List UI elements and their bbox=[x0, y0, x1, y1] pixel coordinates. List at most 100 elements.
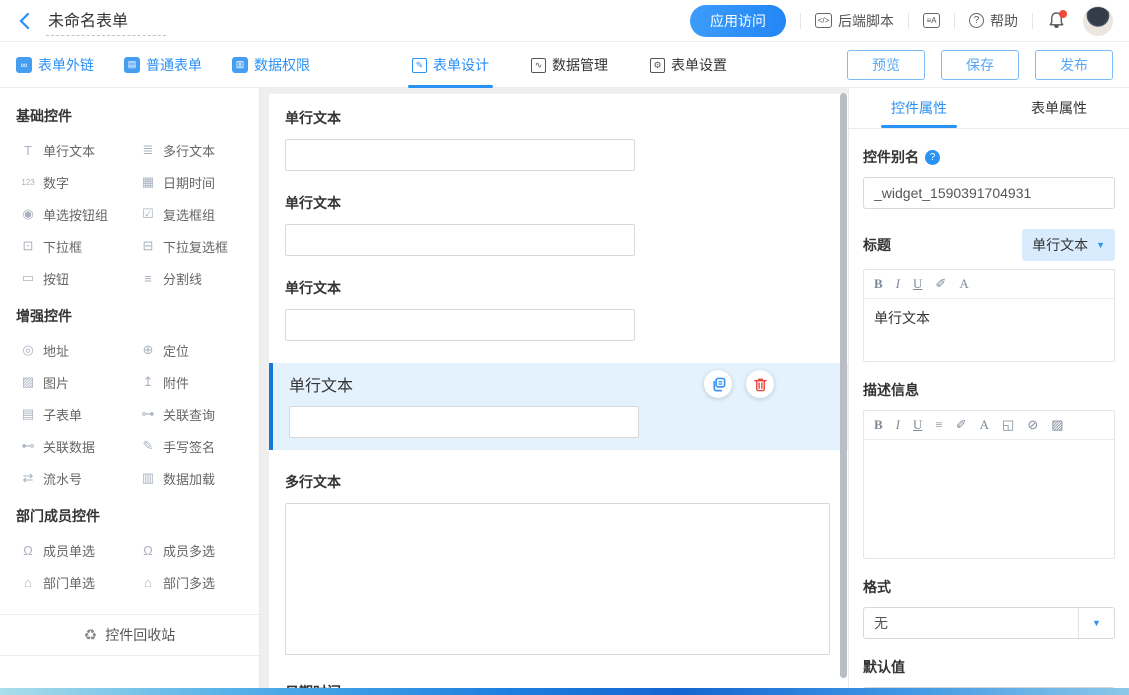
design-doc-icon: ✎ bbox=[412, 58, 427, 73]
help-icon: ? bbox=[969, 13, 984, 28]
control-item-signature[interactable]: ✎手写签名 bbox=[140, 430, 252, 462]
insert-image-icon[interactable]: ▨ bbox=[1051, 417, 1063, 433]
description-editor-content[interactable] bbox=[864, 440, 1114, 558]
canvas-field-text-1[interactable]: 单行文本 bbox=[285, 108, 832, 171]
data-permission-tab[interactable]: ▥ 数据权限 bbox=[232, 55, 310, 75]
control-item-number[interactable]: 123数字 bbox=[20, 166, 132, 198]
single-line-text-input[interactable] bbox=[285, 139, 635, 171]
widget-recycle-bin[interactable]: ♻ 控件回收站 bbox=[0, 614, 259, 656]
duplicate-field-button[interactable] bbox=[704, 370, 732, 398]
link-icon: ∞ bbox=[16, 57, 32, 73]
tab-form-design[interactable]: ✎ 表单设计 bbox=[412, 42, 489, 88]
control-item-subform[interactable]: ▤子表单 bbox=[20, 398, 132, 430]
control-item-member-single[interactable]: Ω成员单选 bbox=[20, 534, 132, 566]
font-color-icon[interactable]: A bbox=[959, 276, 968, 292]
control-item-dept-multi[interactable]: ⌂部门多选 bbox=[140, 566, 252, 598]
control-item-single-line-text[interactable]: T单行文本 bbox=[20, 134, 132, 166]
widget-alias-input[interactable] bbox=[863, 177, 1115, 209]
control-item-attachment[interactable]: ↥附件 bbox=[140, 366, 252, 398]
copy-block-icon[interactable]: ◱ bbox=[1002, 417, 1014, 433]
bold-icon[interactable]: B bbox=[874, 417, 883, 433]
widget-type-dropdown[interactable]: 单行文本 ▼ bbox=[1022, 229, 1115, 261]
help-tooltip-icon[interactable]: ? bbox=[925, 150, 940, 165]
canvas-field-text-3[interactable]: 单行文本 bbox=[285, 278, 832, 341]
control-item-link-data[interactable]: ⊷关联数据 bbox=[20, 430, 132, 462]
notification-bell-icon[interactable] bbox=[1047, 11, 1067, 31]
save-button[interactable]: 保存 bbox=[941, 50, 1019, 80]
tab-form-properties[interactable]: 表单属性 bbox=[989, 88, 1129, 128]
upload-icon: ↥ bbox=[140, 374, 156, 390]
tab-data-management[interactable]: ∿ 数据管理 bbox=[531, 42, 608, 88]
control-item-image[interactable]: ▨图片 bbox=[20, 366, 132, 398]
desktop-wallpaper-strip bbox=[0, 688, 1129, 695]
title-editor-content[interactable]: 单行文本 bbox=[864, 299, 1114, 361]
default-value-select[interactable]: ▼ bbox=[863, 687, 1115, 688]
pen-icon[interactable]: ✐ bbox=[956, 417, 967, 433]
external-link-tab[interactable]: ∞ 表单外链 bbox=[16, 55, 94, 75]
departments-icon: ⌂ bbox=[140, 575, 156, 590]
form-file-icon: ▤ bbox=[124, 57, 140, 73]
control-item-location[interactable]: ⊕定位 bbox=[140, 334, 252, 366]
align-icon[interactable]: ≡ bbox=[935, 417, 942, 433]
underline-icon[interactable]: U bbox=[913, 276, 922, 292]
title-label: 标题 bbox=[863, 235, 891, 255]
image-icon: ▨ bbox=[20, 374, 36, 390]
canvas-field-datetime[interactable]: 日期时间 ▦ bbox=[285, 682, 832, 688]
control-item-data-load[interactable]: ▥数据加载 bbox=[140, 462, 252, 494]
subform-icon: ▤ bbox=[20, 406, 36, 422]
form-title[interactable]: 未命名表单 bbox=[46, 5, 166, 36]
app-access-button[interactable]: 应用访问 bbox=[690, 5, 786, 37]
chevron-down-icon: ▼ bbox=[1096, 240, 1105, 250]
control-item-button[interactable]: ▭按钮 bbox=[20, 262, 132, 294]
canvas-field-textarea[interactable]: 多行文本 bbox=[285, 472, 832, 660]
single-line-text-input[interactable] bbox=[285, 224, 635, 256]
italic-icon[interactable]: I bbox=[896, 417, 900, 433]
divider bbox=[954, 13, 955, 29]
control-item-select[interactable]: ⊡下拉框 bbox=[20, 230, 132, 262]
field-label: 日期时间 bbox=[285, 682, 832, 688]
canvas-scrollbar[interactable] bbox=[840, 93, 847, 678]
code-icon: </> bbox=[815, 13, 832, 28]
control-item-link-query[interactable]: ⊶关联查询 bbox=[140, 398, 252, 430]
font-color-icon[interactable]: A bbox=[980, 417, 989, 433]
help-button[interactable]: ? 帮助 bbox=[969, 11, 1018, 31]
pen-icon[interactable]: ✐ bbox=[935, 276, 946, 292]
tab-form-settings[interactable]: ⚙ 表单设置 bbox=[650, 42, 727, 88]
delete-field-button[interactable] bbox=[746, 370, 774, 398]
glossary-button[interactable]: ≡A bbox=[923, 13, 940, 28]
multi-line-text-input[interactable] bbox=[285, 503, 830, 655]
backend-script-button[interactable]: </> 后端脚本 bbox=[815, 11, 894, 31]
underline-icon[interactable]: U bbox=[913, 417, 922, 433]
multi-text-icon: ≣ bbox=[140, 142, 156, 158]
control-item-member-multi[interactable]: Ω成员多选 bbox=[140, 534, 252, 566]
control-item-radio-group[interactable]: ◉单选按钮组 bbox=[20, 198, 132, 230]
control-item-multi-line-text[interactable]: ≣多行文本 bbox=[140, 134, 252, 166]
bold-icon[interactable]: B bbox=[874, 276, 883, 292]
single-line-text-input[interactable] bbox=[285, 309, 635, 341]
title-rich-editor: B I U ✐ A 单行文本 bbox=[863, 269, 1115, 362]
control-item-divider[interactable]: ≡分割线 bbox=[140, 262, 252, 294]
glossary-icon: ≡A bbox=[923, 13, 940, 28]
publish-button[interactable]: 发布 bbox=[1035, 50, 1113, 80]
section-basic-controls: 基础控件 bbox=[0, 100, 259, 134]
canvas-field-text-4-selected[interactable]: 单行文本 bbox=[269, 363, 848, 450]
normal-form-tab[interactable]: ▤ 普通表单 bbox=[124, 55, 202, 75]
preview-button[interactable]: 预览 bbox=[847, 50, 925, 80]
control-item-multi-select[interactable]: ⊟下拉复选框 bbox=[140, 230, 252, 262]
canvas-field-text-2[interactable]: 单行文本 bbox=[285, 193, 832, 256]
single-line-text-input[interactable] bbox=[289, 406, 639, 438]
canvas-background: 单行文本 单行文本 单行文本 单行文本 bbox=[260, 88, 848, 688]
tab-widget-properties[interactable]: 控件属性 bbox=[849, 88, 989, 128]
unlink-icon[interactable]: ⊘ bbox=[1027, 417, 1038, 433]
italic-icon[interactable]: I bbox=[896, 276, 900, 292]
divider bbox=[800, 13, 801, 29]
default-value-label: 默认值 bbox=[863, 657, 1115, 677]
format-select[interactable]: 无 ▼ bbox=[863, 607, 1115, 639]
back-icon[interactable] bbox=[16, 11, 36, 31]
control-item-address[interactable]: ◎地址 bbox=[20, 334, 132, 366]
control-item-date-time[interactable]: ▦日期时间 bbox=[140, 166, 252, 198]
control-item-dept-single[interactable]: ⌂部门单选 bbox=[20, 566, 132, 598]
control-item-serial-number[interactable]: ⇄流水号 bbox=[20, 462, 132, 494]
user-avatar[interactable] bbox=[1083, 6, 1113, 36]
control-item-checkbox-group[interactable]: ☑复选框组 bbox=[140, 198, 252, 230]
